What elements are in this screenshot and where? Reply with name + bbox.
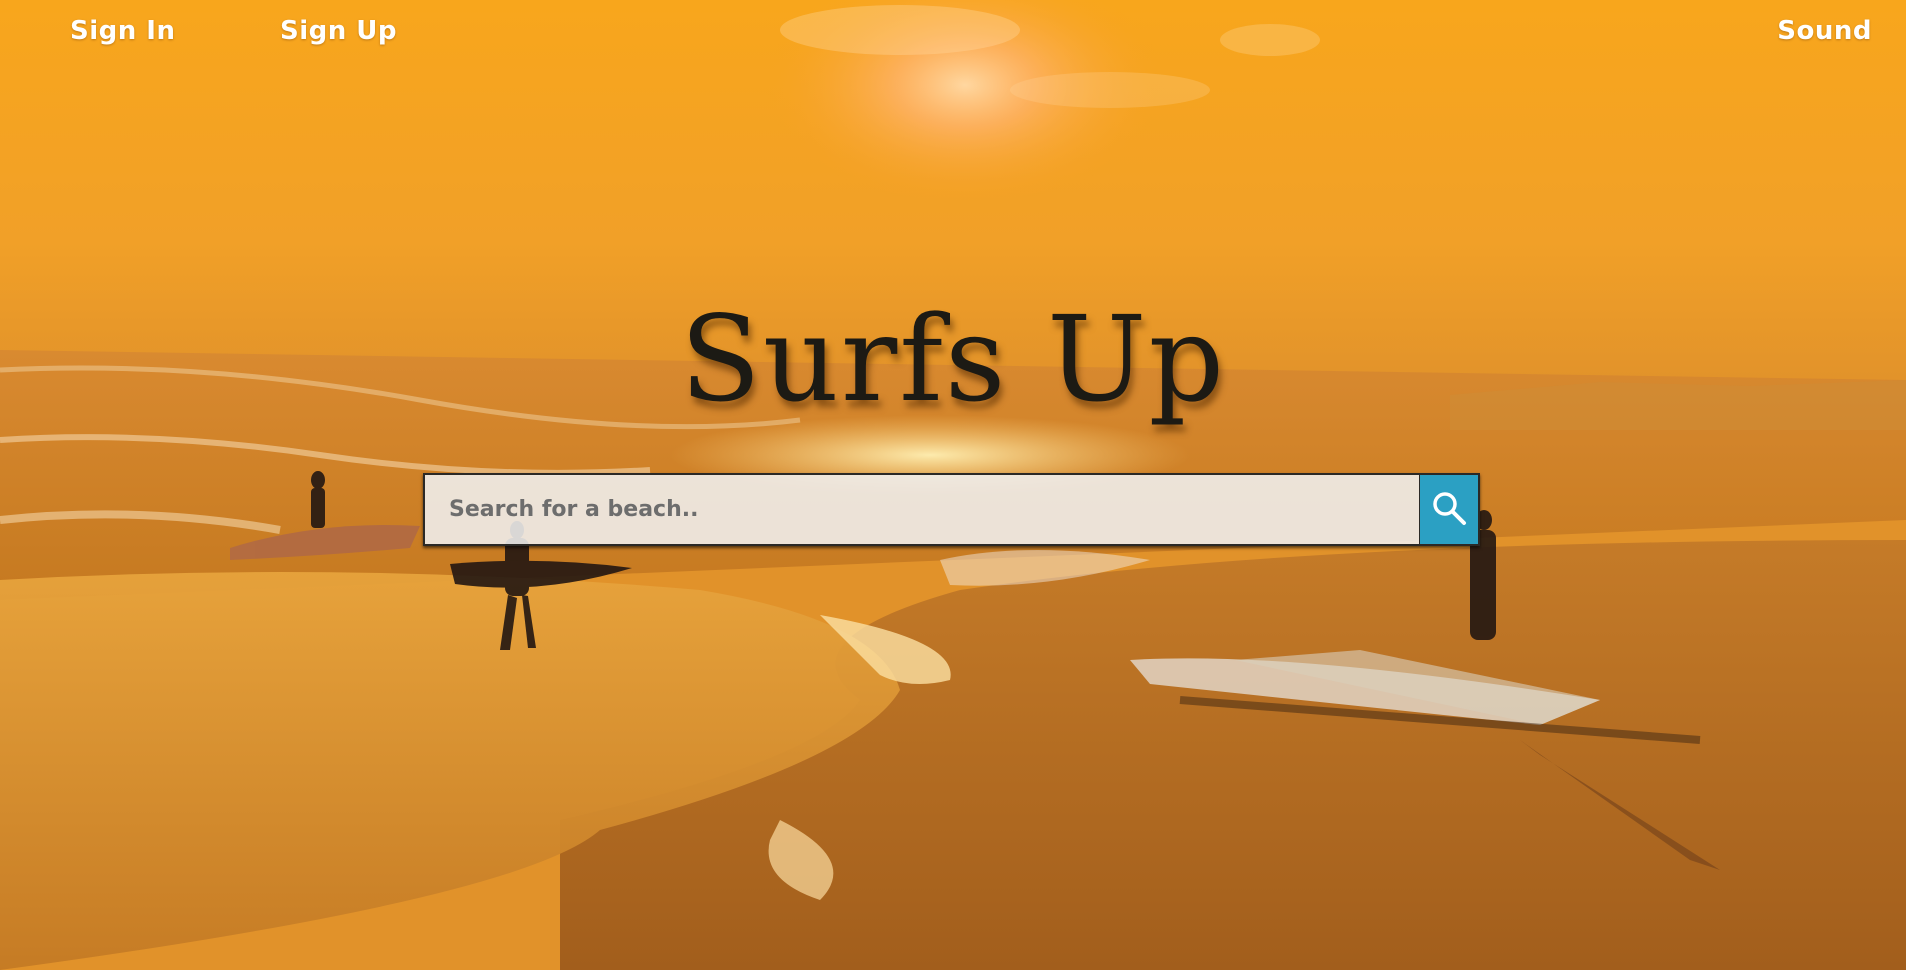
magnifier-icon [1430,489,1468,530]
search-input[interactable] [423,473,1419,546]
search-bar [423,473,1480,546]
sign-up-link[interactable]: Sign Up [280,16,397,46]
sign-in-link[interactable]: Sign In [70,16,176,46]
search-button[interactable] [1419,473,1480,546]
site-title: Surfs Up [680,290,1226,428]
sound-toggle[interactable]: Sound [1777,16,1872,46]
